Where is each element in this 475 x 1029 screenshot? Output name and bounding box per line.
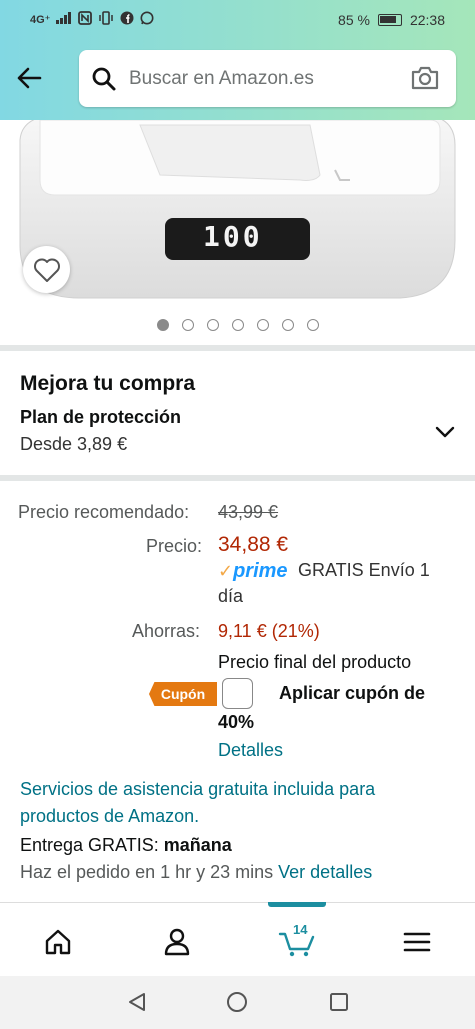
status-bar: 4G⁺ 85 % 22:38 bbox=[0, 0, 475, 40]
back-arrow-icon[interactable] bbox=[14, 62, 46, 94]
upgrade-title: Mejora tu compra bbox=[20, 372, 196, 395]
menu-icon[interactable] bbox=[400, 925, 434, 959]
home-icon[interactable] bbox=[41, 925, 75, 959]
coupon-text[interactable]: Aplicar cupón de bbox=[279, 683, 425, 704]
section-divider bbox=[0, 475, 475, 481]
delivery-info: Entrega GRATIS: mañana bbox=[20, 835, 232, 856]
search-bar[interactable]: Buscar en Amazon.es bbox=[79, 50, 456, 107]
search-input[interactable]: Buscar en Amazon.es bbox=[129, 68, 314, 90]
final-price-note: Precio final del producto bbox=[218, 652, 412, 672]
carousel-dot[interactable] bbox=[257, 319, 269, 331]
system-nav-bar bbox=[0, 976, 475, 1029]
prime-logo: ✓ prime bbox=[218, 560, 288, 583]
shipping-info: GRATIS Envío 1 bbox=[298, 560, 430, 580]
details-link[interactable]: Detalles bbox=[218, 740, 283, 761]
system-recents-icon[interactable] bbox=[328, 991, 350, 1013]
support-services-link[interactable]: Servicios de asistencia gratuita incluid… bbox=[20, 776, 450, 830]
image-carousel-dots[interactable] bbox=[157, 319, 319, 331]
heart-icon bbox=[33, 258, 60, 282]
price-value: 34,88 € bbox=[218, 533, 289, 556]
account-icon[interactable] bbox=[160, 925, 194, 959]
savings-label: Ahorras: bbox=[132, 621, 201, 641]
coupon-badge: Cupón bbox=[149, 682, 217, 706]
active-tab-indicator bbox=[268, 902, 326, 907]
chevron-down-icon[interactable] bbox=[434, 424, 456, 445]
clock: 22:38 bbox=[409, 12, 445, 28]
system-back-icon[interactable] bbox=[126, 991, 148, 1013]
product-image[interactable]: 100 bbox=[0, 120, 475, 300]
vibrate-icon bbox=[98, 11, 114, 28]
signal-icon bbox=[56, 12, 72, 27]
network-type: 4G⁺ bbox=[30, 14, 51, 26]
section-divider bbox=[0, 345, 475, 351]
coupon-checkbox[interactable] bbox=[222, 678, 253, 709]
facebook-icon bbox=[120, 11, 134, 28]
savings-value: 9,11 € (21%) bbox=[218, 621, 320, 641]
carousel-dot[interactable] bbox=[207, 319, 219, 331]
delivery-prefix: Entrega GRATIS: bbox=[20, 835, 164, 855]
prime-word: prime bbox=[233, 560, 288, 582]
carousel-dot[interactable] bbox=[182, 319, 194, 331]
cart-count-badge: 14 bbox=[293, 922, 308, 937]
recommended-price-label: Precio recomendado: bbox=[18, 502, 190, 522]
recommended-price-value: 43,99 € bbox=[218, 502, 279, 522]
carousel-dot[interactable] bbox=[307, 319, 319, 331]
carousel-dot[interactable] bbox=[282, 319, 294, 331]
charge-display: 100 bbox=[203, 220, 263, 253]
order-deadline: Haz el pedido en 1 hr y 23 mins Ver deta… bbox=[20, 862, 372, 883]
shipping-info-cont: día bbox=[218, 586, 244, 606]
status-icons: 4G⁺ bbox=[30, 11, 154, 28]
battery-percent: 85 % bbox=[338, 12, 370, 28]
carousel-dot[interactable] bbox=[232, 319, 244, 331]
price-label: Precio: bbox=[146, 536, 203, 556]
carousel-dot[interactable] bbox=[157, 319, 169, 331]
coupon-percent[interactable]: 40% bbox=[218, 712, 254, 733]
whatsapp-icon bbox=[140, 11, 154, 28]
battery-icon bbox=[377, 14, 402, 26]
protection-plan-price: Desde 3,89 € bbox=[20, 434, 128, 454]
nfc-icon bbox=[78, 11, 93, 28]
wishlist-heart-button[interactable] bbox=[23, 246, 70, 293]
search-icon bbox=[91, 66, 117, 97]
delivery-day: mañana bbox=[163, 835, 232, 855]
camera-icon[interactable] bbox=[410, 65, 440, 96]
status-right: 85 % 22:38 bbox=[338, 12, 445, 28]
protection-plan-title[interactable]: Plan de protección bbox=[20, 407, 181, 428]
see-details-link[interactable]: Ver detalles bbox=[278, 862, 372, 882]
prime-check-icon: ✓ bbox=[218, 561, 234, 581]
order-deadline-text: Haz el pedido en 1 hr y 23 mins bbox=[20, 862, 279, 882]
system-home-icon[interactable] bbox=[226, 991, 248, 1013]
